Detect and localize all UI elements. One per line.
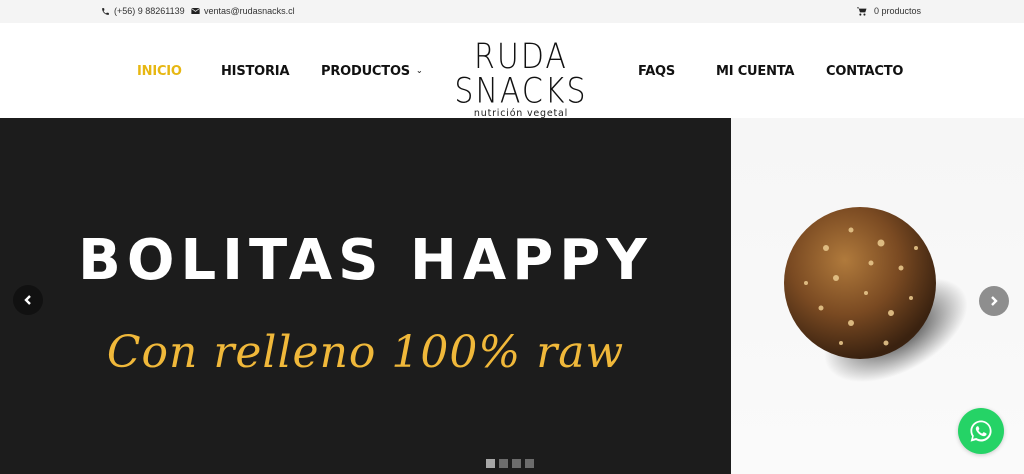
- slider-dot-1[interactable]: [486, 459, 495, 468]
- nav-historia[interactable]: HISTORIA: [221, 64, 290, 79]
- whatsapp-button[interactable]: [958, 408, 1004, 454]
- slider-prev-button[interactable]: [13, 285, 43, 315]
- chevron-left-icon: [24, 295, 31, 305]
- phone-contact[interactable]: (+56) 9 88261139: [101, 6, 185, 16]
- slider-next-button[interactable]: [979, 286, 1009, 316]
- cart-link[interactable]: 0 productos: [857, 6, 921, 16]
- site-logo[interactable]: RUDA SNACKS nutrición vegetal: [452, 40, 590, 119]
- top-bar: (+56) 9 88261139 ventas@rudasnacks.cl 0 …: [0, 0, 1024, 23]
- chevron-right-icon: [991, 296, 998, 306]
- whatsapp-icon: [970, 420, 992, 442]
- cart-count: 0 productos: [874, 6, 922, 16]
- hero-subheadline: Con relleno 100% raw: [106, 327, 625, 378]
- email-address: ventas@rudasnacks.cl: [204, 6, 295, 16]
- hero-headline: BOLITAS HAPPY: [78, 228, 653, 293]
- nav-inicio[interactable]: INICIO: [137, 64, 182, 79]
- phone-icon: [101, 7, 110, 16]
- mail-icon: [191, 7, 200, 15]
- email-contact[interactable]: ventas@rudasnacks.cl: [191, 6, 295, 16]
- nav-productos-label: PRODUCTOS: [321, 64, 410, 79]
- slider-dot-2[interactable]: [499, 459, 508, 468]
- nav-contacto[interactable]: CONTACTO: [826, 64, 903, 79]
- nav-faqs[interactable]: FAQS: [638, 64, 675, 79]
- phone-number: (+56) 9 88261139: [114, 6, 185, 16]
- hero-slider: BOLITAS HAPPY Con relleno 100% raw: [0, 118, 1024, 474]
- site-header: INICIO HISTORIA PRODUCTOS ⌄ RUDA SNACKS n…: [0, 23, 1024, 119]
- nav-productos[interactable]: PRODUCTOS ⌄: [321, 64, 423, 79]
- hero-text-panel: BOLITAS HAPPY Con relleno 100% raw: [0, 118, 731, 474]
- slider-dot-3[interactable]: [512, 459, 521, 468]
- nav-mi-cuenta[interactable]: MI CUENTA: [716, 64, 794, 79]
- slider-dot-4[interactable]: [525, 459, 534, 468]
- slider-pagination: [486, 459, 534, 468]
- chevron-down-icon: ⌄: [415, 66, 423, 75]
- cart-icon: [857, 6, 867, 16]
- logo-brand: RUDA SNACKS: [454, 37, 588, 112]
